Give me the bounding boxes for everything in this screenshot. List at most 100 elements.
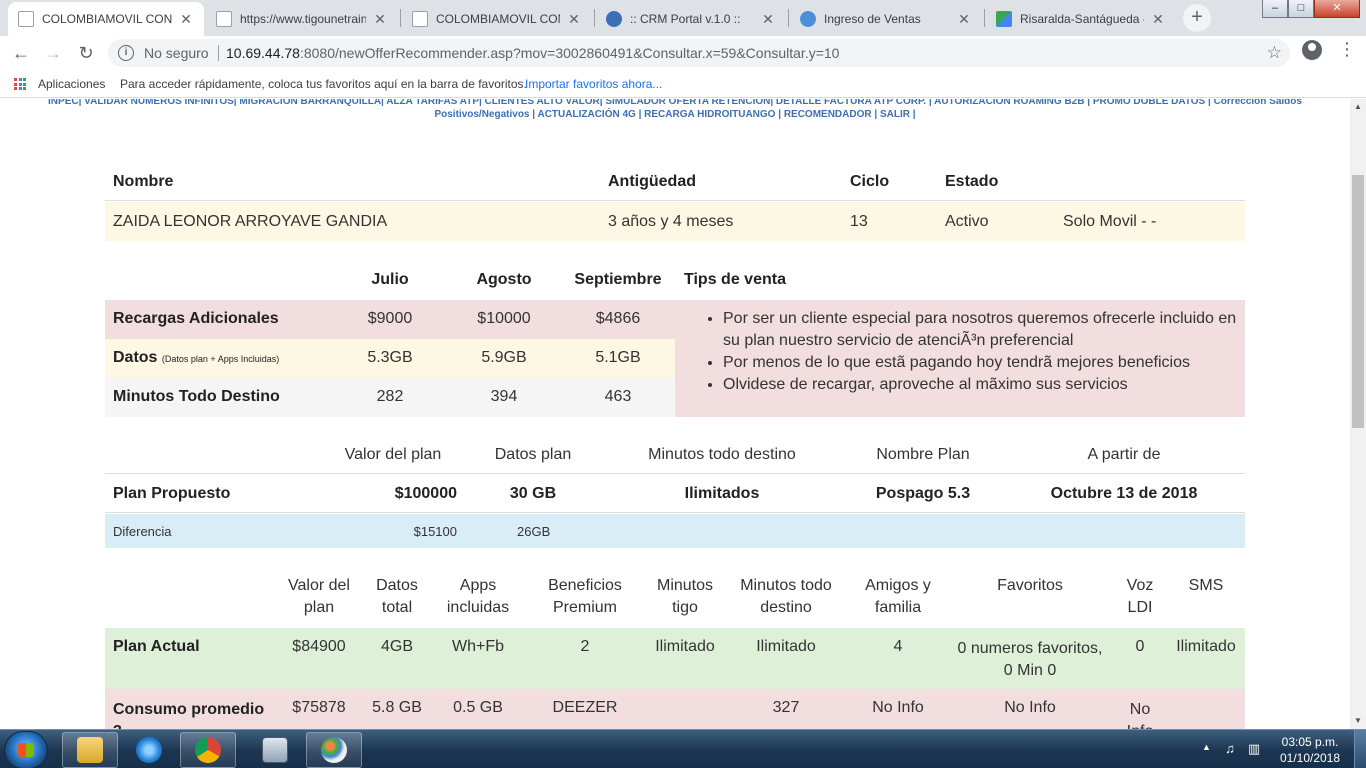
system-clock[interactable]: 03:05 p.m. 01/10/2018 (1272, 734, 1348, 766)
usage-row-datos: Datos (Datos plan + Apps Incluidas) 5.3G… (105, 339, 675, 378)
tab-title: Risaralda-Santágueda - C (1020, 12, 1144, 26)
usage-value: $9000 (367, 310, 413, 327)
browser-tab-2[interactable]: https://www.tigounetrain ✕ (206, 2, 398, 36)
current-value: Ilimitado (756, 638, 816, 655)
close-tab-icon[interactable]: ✕ (1150, 11, 1166, 28)
proposed-data: 30 GB (509, 485, 557, 502)
taskbar-paint[interactable] (306, 732, 362, 768)
current-header: Beneficios Premium (548, 577, 622, 616)
more-menu-icon[interactable]: ⋮ (1338, 40, 1356, 58)
browser-tab-4[interactable]: :: CRM Portal v.1.0 :: ✕ (596, 2, 786, 36)
maps-icon (996, 11, 1012, 27)
sales-tip: Olvidese de recargar, aproveche al mãxim… (723, 374, 1239, 396)
close-tab-icon[interactable]: ✕ (178, 11, 194, 28)
scroll-down-arrow-icon[interactable]: ▼ (1350, 713, 1366, 729)
usage-row-sublabel: (Datos plan + Apps Incluidas) (161, 354, 280, 364)
current-value: 0 numeros favoritos, 0 Min 0 (957, 640, 1103, 679)
account-icon[interactable] (1302, 40, 1322, 60)
omnibox-separator (218, 45, 219, 61)
volume-icon[interactable]: ♫ (1222, 741, 1238, 757)
security-label[interactable]: No seguro (144, 45, 209, 61)
customer-header-row: Nombre Antigüedad Ciclo Estado (105, 163, 1245, 201)
current-header: Minutos todo destino (740, 577, 832, 616)
usage-value: 394 (490, 388, 518, 405)
current-header: SMS (1188, 577, 1224, 594)
average-value: No Info (1004, 699, 1056, 716)
taskbar-internet-explorer[interactable] (121, 732, 177, 768)
tips-header: Tips de venta (684, 271, 786, 288)
browser-tab-5[interactable]: Ingreso de Ventas ✕ (790, 2, 982, 36)
apps-shortcut[interactable]: Aplicaciones (38, 77, 105, 91)
browser-toolbar: ← → ↻ i No seguro 10.69.44.78:8080/newOf… (0, 36, 1366, 70)
close-tab-icon[interactable]: ✕ (566, 11, 582, 28)
taskbar-file-explorer[interactable] (62, 732, 118, 768)
show-desktop-button[interactable] (1354, 730, 1366, 768)
usage-value: 5.1GB (595, 349, 641, 366)
bookmark-star-icon[interactable]: ☆ (1267, 43, 1282, 63)
windows-taskbar: ▲ ♫ ▥ 03:05 p.m. 01/10/2018 (0, 729, 1366, 768)
header-tenure: Antigüedad (608, 173, 696, 190)
close-window-button[interactable]: ✕ (1314, 0, 1360, 18)
proposed-plan-row: Plan Propuesto $100000 30 GB Ilimitados … (105, 475, 1245, 513)
customer-status: Activo (945, 213, 989, 230)
new-tab-button[interactable]: + (1183, 4, 1211, 32)
scrollbar-thumb[interactable] (1352, 175, 1364, 428)
back-arrow-icon[interactable]: ← (8, 40, 34, 66)
current-header: Voz LDI (1126, 577, 1154, 616)
crm-icon (606, 11, 622, 27)
proposed-plan-name: Pospago 5.3 (875, 485, 971, 502)
proposed-header: Minutos todo destino (648, 446, 796, 463)
customer-segment: Solo Movil - - (1063, 213, 1157, 230)
forward-arrow-icon[interactable]: → (40, 40, 66, 66)
close-tab-icon[interactable]: ✕ (760, 11, 776, 28)
maximize-button[interactable]: □ (1288, 0, 1314, 18)
proposed-minutes: Ilimitados (684, 485, 760, 502)
tab-separator (400, 9, 401, 27)
month-1-header: Julio (371, 271, 409, 288)
average-value: No Info (872, 699, 924, 716)
tab-title: :: CRM Portal v.1.0 :: (630, 12, 741, 26)
average-consumption-row: Consumo promedio 3 $75878 5.8 GB 0.5 GB … (105, 689, 1245, 729)
current-plan-table: Valor del plan Datos total Apps incluida… (105, 569, 1245, 729)
nav-links-line-1[interactable]: INPEC| VALIDAR NUMEROS INFINITOS| MIGRAC… (40, 99, 1310, 107)
taskbar-calculator[interactable] (247, 732, 303, 768)
scroll-up-arrow-icon[interactable]: ▲ (1350, 99, 1366, 115)
usage-value: 463 (604, 388, 632, 405)
start-button[interactable] (4, 731, 48, 768)
browser-tab-1[interactable]: COLOMBIAMOVIL CONS ✕ (8, 2, 204, 36)
reload-icon[interactable]: ↻ (73, 40, 99, 66)
nav-links-line-2[interactable]: Positivos/Negativos | ACTUALIZACIÓN 4G |… (40, 109, 1310, 120)
sales-tip: Por ser un cliente especial para nosotro… (723, 308, 1239, 352)
header-status: Estado (945, 173, 999, 190)
info-icon[interactable]: i (118, 45, 134, 61)
customer-table: Nombre Antigüedad Ciclo Estado ZAIDA LEO… (105, 163, 1245, 241)
browser-tab-6[interactable]: Risaralda-Santágueda - C ✕ (986, 2, 1176, 36)
sales-icon (800, 11, 816, 27)
page-scrollbar[interactable]: ▲ ▼ (1350, 99, 1366, 729)
close-tab-icon[interactable]: ✕ (372, 11, 388, 28)
usage-row-recargas: Recargas Adicionales $9000 $10000 $4866 (105, 300, 675, 339)
current-value: Ilimitado (1176, 638, 1236, 655)
current-header: Favoritos (997, 577, 1063, 594)
apps-grid-icon[interactable] (14, 78, 26, 90)
usage-row-label: Datos (Datos plan + Apps Incluidas) (113, 349, 279, 367)
usage-value: $10000 (477, 310, 531, 327)
proposed-plan-label: Plan Propuesto (113, 485, 231, 502)
url-host: 10.69.44.78 (226, 45, 300, 61)
sales-tips-box: Por ser un cliente especial para nosotro… (675, 300, 1245, 417)
minimize-button[interactable]: – (1262, 0, 1288, 18)
proposed-header: Datos plan (494, 446, 572, 463)
usage-value: 282 (376, 388, 404, 405)
import-bookmarks-link[interactable]: Importar favoritos ahora... (525, 77, 662, 91)
browser-tab-3[interactable]: COLOMBIAMOVIL CONS ✕ (402, 2, 592, 36)
show-hidden-icons-arrow[interactable]: ▲ (1202, 742, 1211, 752)
proposed-start-date: Octubre 13 de 2018 (1050, 485, 1198, 502)
close-tab-icon[interactable]: ✕ (956, 11, 972, 28)
taskbar-chrome[interactable] (180, 732, 236, 768)
current-header: Datos total (376, 577, 418, 616)
network-icon[interactable]: ▥ (1246, 741, 1262, 757)
address-bar[interactable]: i No seguro 10.69.44.78:8080/newOfferRec… (108, 39, 1290, 67)
current-value: 2 (580, 638, 590, 655)
file-explorer-icon (77, 737, 103, 763)
url-text[interactable]: 10.69.44.78:8080/newOfferRecommender.asp… (226, 45, 839, 61)
